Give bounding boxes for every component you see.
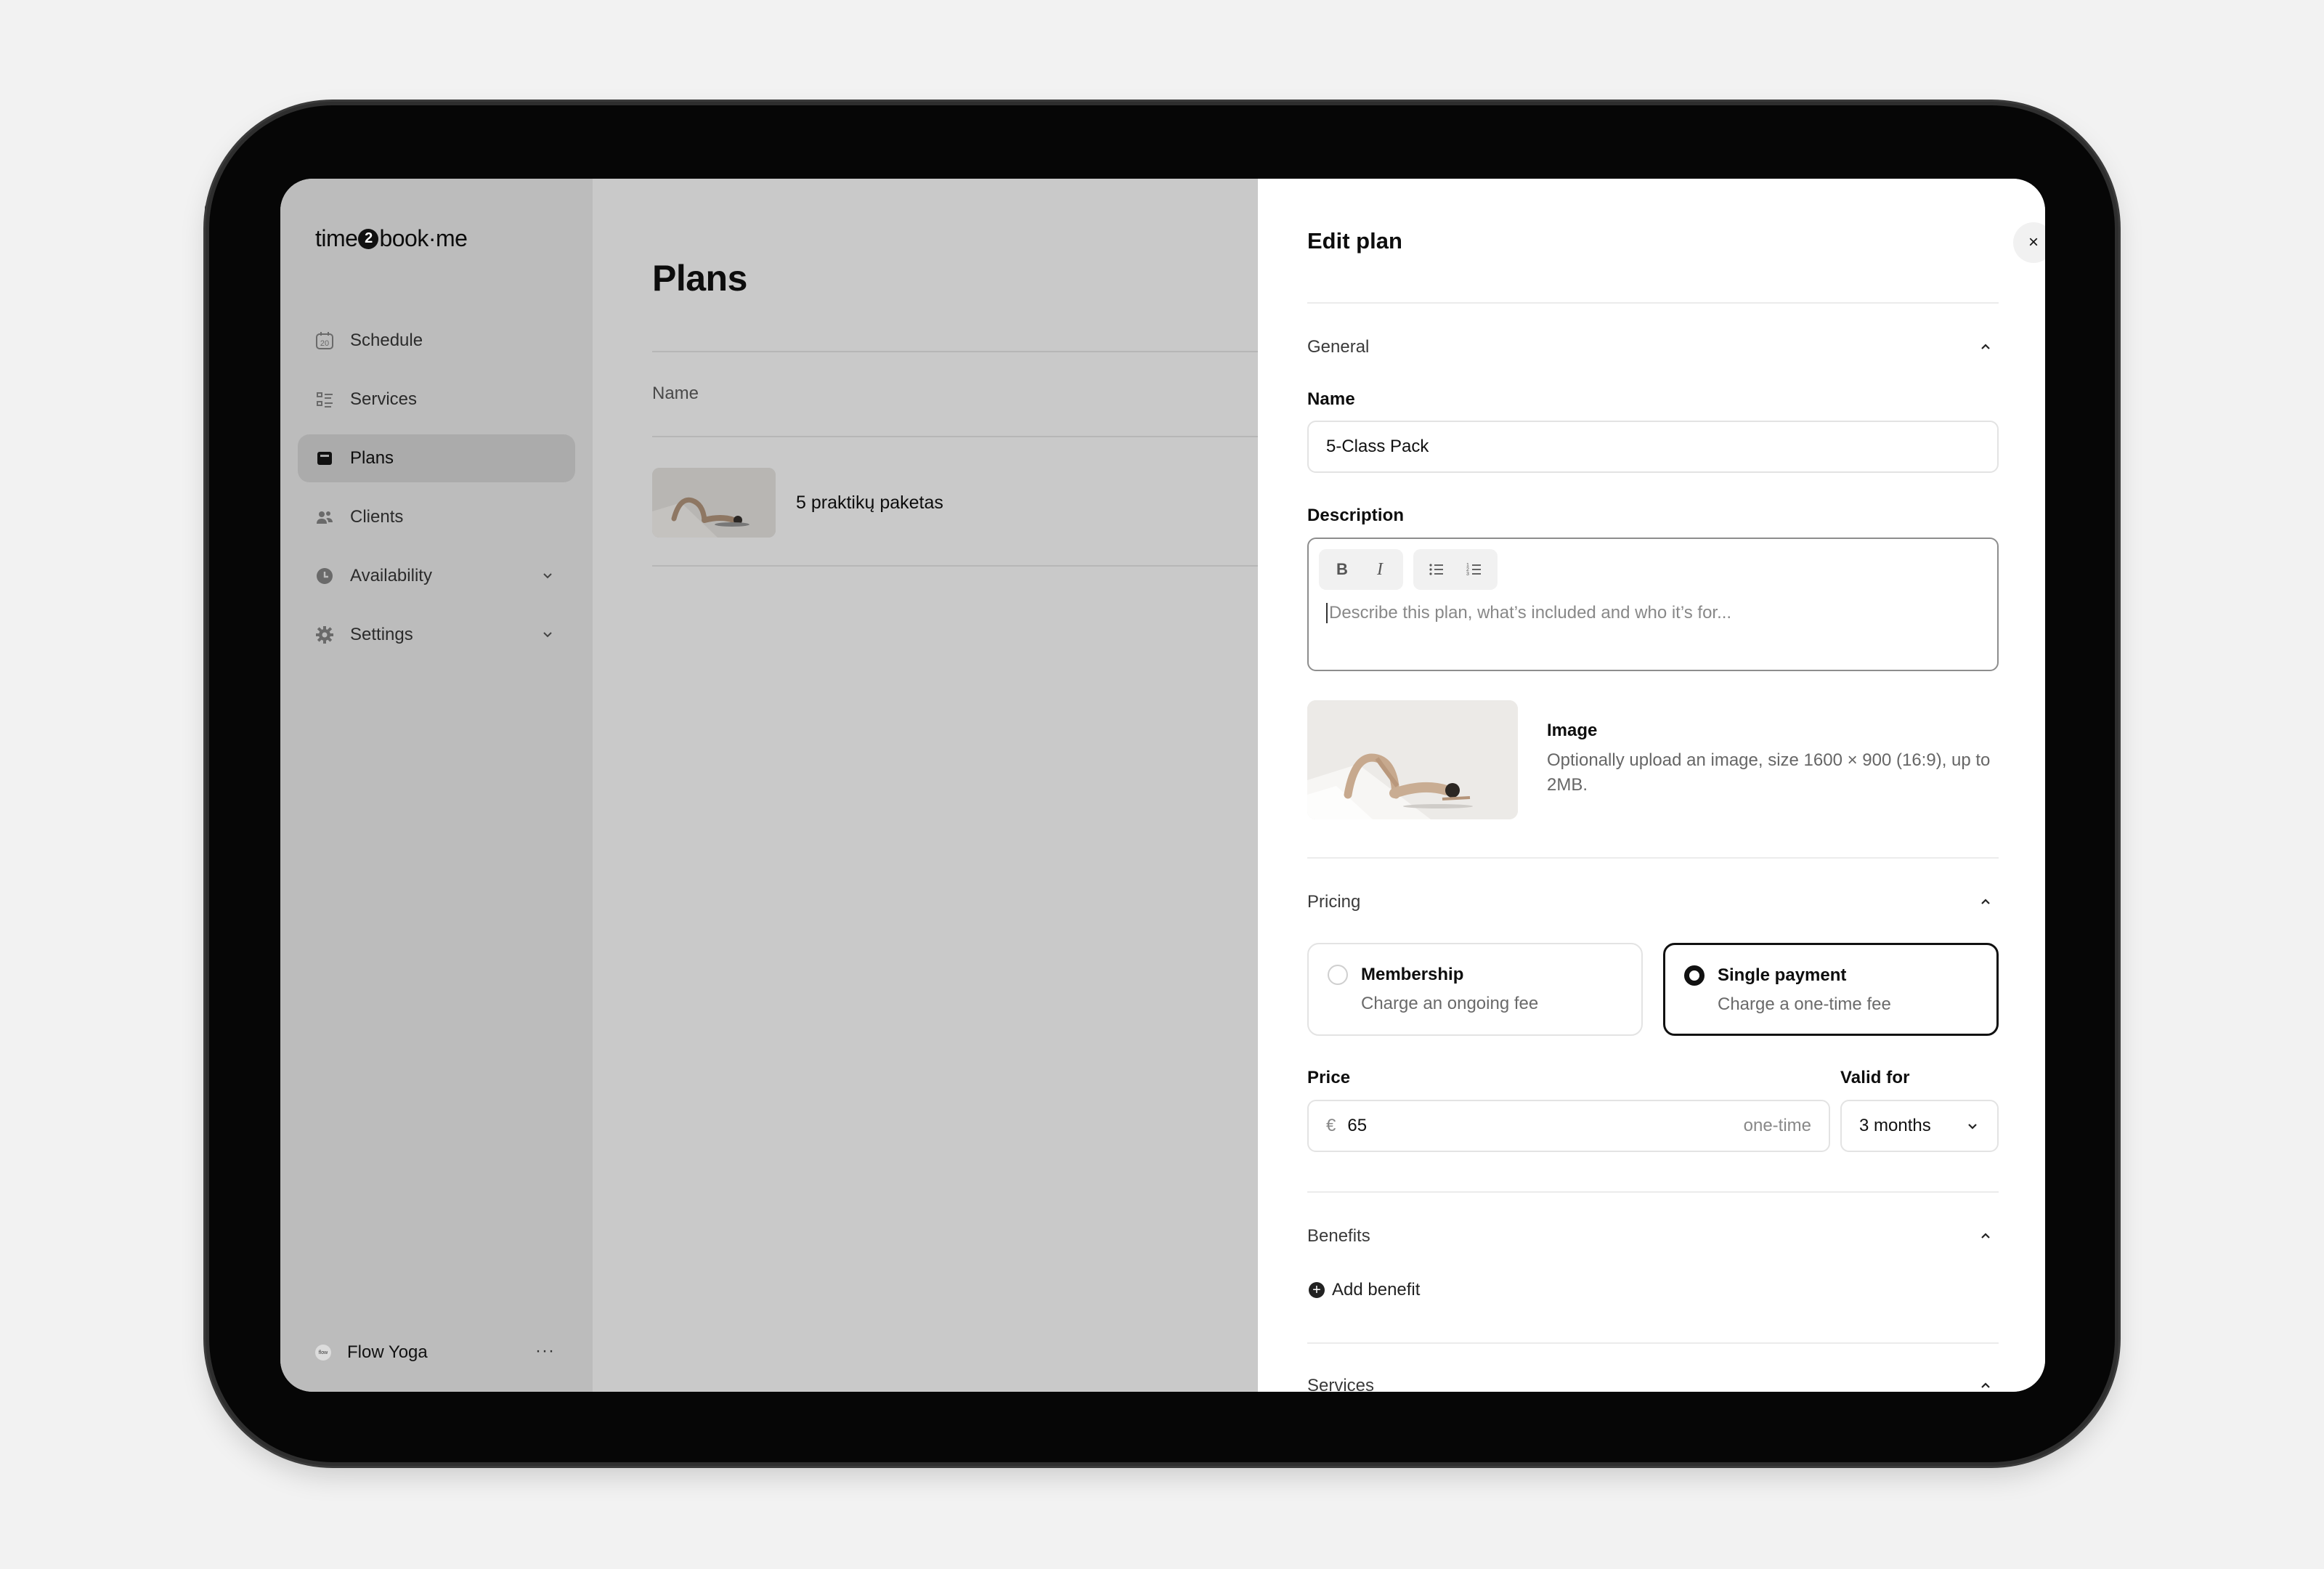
italic-button[interactable]: I [1361,552,1399,587]
sidebar-item-availability[interactable]: Availability [298,552,575,600]
sidebar-item-schedule[interactable]: 20 Schedule [298,317,575,365]
chevron-up-icon [1978,1228,1993,1248]
bold-icon: B [1336,560,1348,578]
currency-symbol: € [1326,1116,1336,1135]
list-group: 123 [1413,549,1498,590]
calendar-day-text: 20 [320,339,329,348]
chevron-up-icon [1978,1377,1993,1392]
plan-name: 5 praktikų paketas [796,492,943,513]
section-pricing-header[interactable]: Pricing [1307,889,1999,915]
section-title: Benefits [1307,1226,1370,1246]
sidebar-item-label: Schedule [350,331,423,350]
price-field[interactable]: € 65 one-time [1307,1100,1830,1152]
section-title: Services [1307,1376,1375,1392]
add-benefit-label: Add benefit [1332,1280,1421,1300]
numbered-list-icon: 123 [1466,563,1481,577]
image-help-text: Optionally upload an image, size 1600 × … [1547,750,1991,795]
sidebar-item-settings[interactable]: Settings [298,611,575,659]
close-icon: × [2028,232,2039,252]
clock-icon [315,567,334,585]
section-services-header[interactable]: Services [1307,1373,1999,1392]
radio-button[interactable] [1328,965,1348,985]
option-title: Membership [1361,965,1464,984]
org-switcher[interactable]: flow Flow Yoga ··· [315,1338,562,1367]
sidebar-item-label: Plans [350,448,394,468]
svg-text:3: 3 [1466,572,1469,577]
add-benefit-button[interactable]: + Add benefit [1307,1277,1420,1303]
italic-icon: I [1377,559,1383,579]
chevron-down-icon [1965,1119,1980,1139]
divider [1307,1342,1999,1344]
logo-text-time: time [315,225,358,251]
pricing-option-single-payment[interactable]: Single payment Charge a one-time fee [1663,943,1999,1036]
sidebar-item-label: Availability [350,566,432,585]
more-options-icon[interactable]: ··· [535,1341,555,1361]
valid-for-value: 3 months [1859,1116,1931,1135]
divider [1307,1191,1999,1193]
description-placeholder: Describe this plan, what’s included and … [1326,603,1731,623]
text-caret [1326,603,1328,623]
users-icon [315,508,334,527]
sidebar-item-label: Settings [350,625,413,644]
sidebar-item-label: Clients [350,507,404,527]
calendar-icon: 20 [315,331,334,350]
close-button[interactable]: × [2013,222,2045,263]
price-value: 65 [1347,1116,1368,1135]
org-avatar: flow [315,1345,331,1361]
chevron-up-icon [1978,893,1993,914]
plan-image-upload[interactable] [1307,700,1518,819]
plan-thumbnail [652,468,776,538]
name-label: Name [1307,389,1355,409]
section-general-header[interactable]: General [1307,334,1999,360]
option-subtitle: Charge a one-time fee [1718,994,1891,1014]
section-benefits-header[interactable]: Benefits [1307,1223,1999,1249]
price-label: Price [1307,1068,1351,1087]
app-logo[interactable]: time 2 book·me [315,225,468,252]
sidebar-item-clients[interactable]: Clients [298,493,575,541]
drawer-title: Edit plan [1307,228,1402,254]
section-title: Pricing [1307,892,1361,912]
list-icon [315,390,334,409]
section-title: General [1307,337,1370,357]
valid-for-label: Valid for [1840,1068,1910,1087]
sidebar: time 2 book·me 20 Schedule Services Plans [280,179,593,1392]
divider [1307,302,1999,304]
edit-plan-drawer: Edit plan × General Name 5-Class Pack De… [1258,179,2045,1392]
logo-text-book: book·me [379,225,468,251]
gear-icon [315,625,334,644]
sidebar-nav: 20 Schedule Services Plans Clients Avail… [298,317,575,670]
wallet-icon [315,449,334,468]
name-field[interactable]: 5-Class Pack [1307,421,1999,473]
pricing-option-membership[interactable]: Membership Charge an ongoing fee [1307,943,1643,1036]
chevron-up-icon [1978,338,1993,359]
option-subtitle: Charge an ongoing fee [1361,994,1539,1013]
editor-toolbar: B I 123 [1319,549,1498,590]
sidebar-item-label: Services [350,389,418,409]
plus-circle-icon: + [1309,1282,1325,1298]
bold-button[interactable]: B [1323,552,1361,587]
chevron-down-icon[interactable] [540,568,555,588]
bullet-list-button[interactable] [1418,552,1455,587]
app-screen: time 2 book·me 20 Schedule Services Plans [280,179,2045,1392]
option-title: Single payment [1718,965,1847,985]
column-header-name[interactable]: Name [652,384,699,404]
chevron-down-icon[interactable] [540,627,555,647]
logo-badge: 2 [358,228,379,249]
name-value: 5-Class Pack [1326,437,1429,456]
radio-button[interactable] [1684,965,1705,986]
format-group: B I [1319,549,1403,590]
bullet-list-icon [1429,564,1443,575]
description-label: Description [1307,506,1405,525]
divider [1307,857,1999,859]
numbered-list-button[interactable]: 123 [1455,552,1493,587]
valid-for-select[interactable]: 3 months [1840,1100,1999,1152]
price-suffix: one-time [1743,1116,1811,1135]
sidebar-item-services[interactable]: Services [298,376,575,423]
sidebar-item-plans[interactable]: Plans [298,434,575,482]
page-title: Plans [652,258,747,299]
org-name: Flow Yoga [347,1342,428,1362]
description-editor[interactable]: B I 123 Describe this plan, what’s inclu… [1307,538,1999,671]
placeholder-text: Describe this plan, what’s included and … [1329,603,1732,623]
image-title: Image [1547,721,1598,740]
